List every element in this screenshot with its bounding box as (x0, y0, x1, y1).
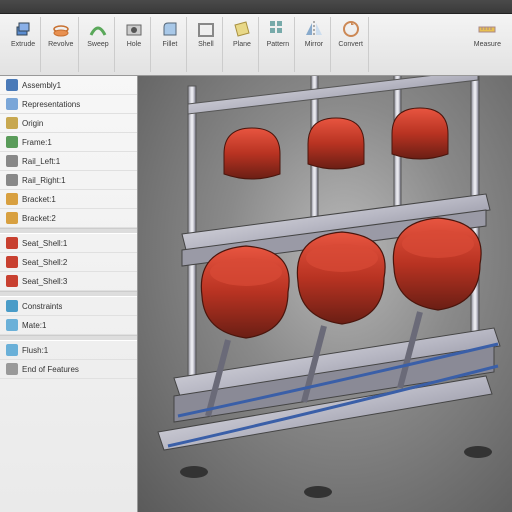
node-icon (6, 256, 18, 268)
ribbon-fillet[interactable]: Fillet (153, 17, 187, 72)
ribbon-plane[interactable]: Plane (225, 17, 259, 72)
mirror-icon (304, 19, 324, 39)
ribbon-revolve[interactable]: Revolve (43, 17, 79, 72)
node-icon (6, 300, 18, 312)
shell-icon (196, 19, 216, 39)
pattern-icon (268, 19, 288, 39)
node-label: Rail_Right:1 (22, 176, 66, 185)
ribbon-sweep[interactable]: Sweep (81, 17, 115, 72)
browser-item[interactable]: Rail_Right:1 (0, 171, 137, 190)
ribbon-label: Fillet (163, 41, 178, 48)
sweep-icon (88, 19, 108, 39)
browser-item[interactable]: Representations (0, 95, 137, 114)
node-label: Representations (22, 100, 80, 109)
ribbon-convert[interactable]: Convert (333, 17, 369, 72)
ribbon-label: Revolve (48, 41, 73, 48)
node-label: Frame:1 (22, 138, 52, 147)
ribbon-mirror[interactable]: Mirror (297, 17, 331, 72)
extrude-icon (13, 19, 33, 39)
ribbon-label: Shell (198, 41, 214, 48)
ribbon-extrude[interactable]: Extrude (6, 17, 41, 72)
browser-item[interactable]: Seat_Shell:3 (0, 272, 137, 291)
node-icon (6, 155, 18, 167)
browser-item[interactable]: Rail_Left:1 (0, 152, 137, 171)
node-icon (6, 319, 18, 331)
node-icon (6, 98, 18, 110)
node-label: Bracket:2 (22, 214, 56, 223)
browser-item[interactable]: Bracket:2 (0, 209, 137, 228)
node-label: Bracket:1 (22, 195, 56, 204)
convert-icon (341, 19, 361, 39)
node-label: Seat_Shell:2 (22, 258, 67, 267)
node-label: Seat_Shell:1 (22, 239, 67, 248)
revolve-icon (51, 19, 71, 39)
node-icon (6, 193, 18, 205)
node-label: Seat_Shell:3 (22, 277, 67, 286)
node-icon (6, 344, 18, 356)
node-icon (6, 136, 18, 148)
model-render (138, 76, 512, 512)
browser-item[interactable]: Constraints (0, 297, 137, 316)
browser-item[interactable]: Seat_Shell:1 (0, 234, 137, 253)
ribbon-label: Measure (474, 41, 501, 48)
node-label: Origin (22, 119, 43, 128)
ribbon-label: Extrude (11, 41, 35, 48)
node-label: Flush:1 (22, 346, 48, 355)
ribbon-label: Convert (338, 41, 363, 48)
ribbon-shell[interactable]: Shell (189, 17, 223, 72)
node-label: End of Features (22, 365, 79, 374)
ribbon-toolbar: Extrude Revolve Sweep Hole Fillet Shell … (0, 14, 512, 76)
node-icon (6, 117, 18, 129)
browser-item[interactable]: Bracket:1 (0, 190, 137, 209)
node-label: Assembly1 (22, 81, 61, 90)
ribbon-label: Mirror (305, 41, 323, 48)
browser-item[interactable]: Assembly1 (0, 76, 137, 95)
ribbon-label: Pattern (267, 41, 290, 48)
node-icon (6, 79, 18, 91)
ribbon-measure[interactable]: Measure (469, 17, 506, 72)
node-label: Rail_Left:1 (22, 157, 60, 166)
node-icon (6, 212, 18, 224)
fillet-icon (160, 19, 180, 39)
browser-item[interactable]: Mate:1 (0, 316, 137, 335)
ribbon-pattern[interactable]: Pattern (261, 17, 295, 72)
ribbon-hole[interactable]: Hole (117, 17, 151, 72)
ribbon-label: Hole (127, 41, 141, 48)
node-icon (6, 174, 18, 186)
browser-item[interactable]: Frame:1 (0, 133, 137, 152)
workspace: Assembly1 Representations Origin Frame:1 Rai… (0, 76, 512, 512)
3d-viewport[interactable] (138, 76, 512, 512)
browser-item[interactable]: Origin (0, 114, 137, 133)
node-icon (6, 275, 18, 287)
hole-icon (124, 19, 144, 39)
node-label: Constraints (22, 302, 62, 311)
model-browser-panel[interactable]: Assembly1 Representations Origin Frame:1 Rai… (0, 76, 138, 512)
node-icon (6, 363, 18, 375)
node-icon (6, 237, 18, 249)
title-bar (0, 0, 512, 14)
ribbon-label: Plane (233, 41, 251, 48)
browser-item[interactable]: Seat_Shell:2 (0, 253, 137, 272)
browser-item[interactable]: Flush:1 (0, 341, 137, 360)
measure-icon (477, 19, 497, 39)
ribbon-label: Sweep (87, 41, 108, 48)
node-label: Mate:1 (22, 321, 46, 330)
browser-item[interactable]: End of Features (0, 360, 137, 379)
plane-icon (232, 19, 252, 39)
